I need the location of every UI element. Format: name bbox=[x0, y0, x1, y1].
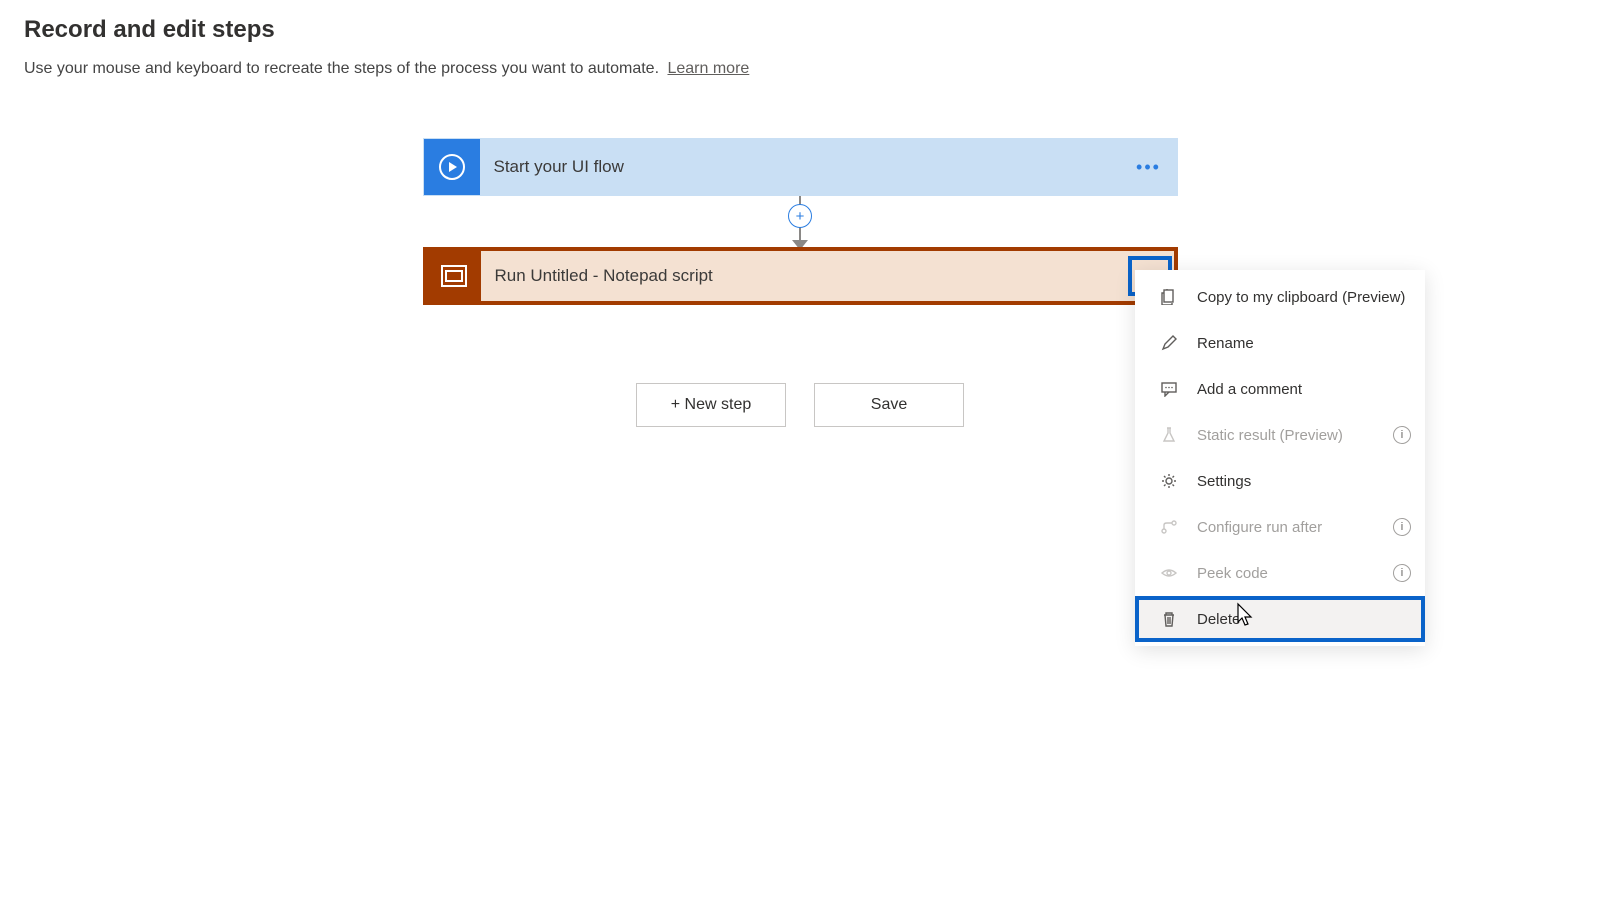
menu-rename[interactable]: Rename bbox=[1135, 320, 1425, 366]
flask-icon bbox=[1161, 427, 1183, 443]
info-icon[interactable]: i bbox=[1393, 564, 1411, 582]
menu-configure-label: Configure run after bbox=[1197, 519, 1393, 536]
page-subtitle: Use your mouse and keyboard to recreate … bbox=[24, 60, 1576, 78]
context-menu: Copy to my clipboard (Preview) Rename Ad… bbox=[1135, 270, 1425, 646]
trash-icon bbox=[1161, 611, 1183, 627]
copy-icon bbox=[1161, 289, 1183, 305]
menu-settings-label: Settings bbox=[1197, 473, 1411, 490]
menu-rename-label: Rename bbox=[1197, 335, 1411, 352]
flow-step-run-label: Run Untitled - Notepad script bbox=[481, 266, 1128, 286]
save-button[interactable]: Save bbox=[814, 383, 964, 427]
menu-copy-label: Copy to my clipboard (Preview) bbox=[1197, 289, 1411, 306]
flow-step-start-label: Start your UI flow bbox=[480, 157, 1127, 177]
eye-icon bbox=[1161, 565, 1183, 581]
page-title: Record and edit steps bbox=[24, 16, 1576, 44]
menu-peek-code: Peek code i bbox=[1135, 550, 1425, 596]
add-step-inline[interactable]: + bbox=[788, 204, 812, 228]
script-window-icon bbox=[427, 251, 481, 301]
info-icon[interactable]: i bbox=[1393, 426, 1411, 444]
flow-step-start[interactable]: Start your UI flow ••• bbox=[423, 138, 1178, 196]
info-icon[interactable]: i bbox=[1393, 518, 1411, 536]
menu-peek-label: Peek code bbox=[1197, 565, 1393, 582]
flow-connector: + bbox=[799, 196, 801, 248]
menu-copy-clipboard[interactable]: Copy to my clipboard (Preview) bbox=[1135, 274, 1425, 320]
menu-delete-label: Delete bbox=[1197, 611, 1411, 628]
menu-static-result-label: Static result (Preview) bbox=[1197, 427, 1393, 444]
gear-icon bbox=[1161, 473, 1183, 489]
play-recycle-icon bbox=[424, 139, 480, 195]
menu-settings[interactable]: Settings bbox=[1135, 458, 1425, 504]
flow-step-run[interactable]: Run Untitled - Notepad script ••• bbox=[423, 247, 1178, 305]
menu-delete[interactable]: Delete bbox=[1135, 596, 1425, 642]
menu-configure-run-after: Configure run after i bbox=[1135, 504, 1425, 550]
menu-static-result: Static result (Preview) i bbox=[1135, 412, 1425, 458]
more-options-start[interactable]: ••• bbox=[1127, 147, 1171, 187]
menu-add-comment[interactable]: Add a comment bbox=[1135, 366, 1425, 412]
comment-icon bbox=[1161, 381, 1183, 397]
learn-more-link[interactable]: Learn more bbox=[667, 60, 749, 77]
subtitle-text: Use your mouse and keyboard to recreate … bbox=[24, 60, 659, 77]
pencil-icon bbox=[1161, 335, 1183, 351]
new-step-button[interactable]: + New step bbox=[636, 383, 786, 427]
menu-comment-label: Add a comment bbox=[1197, 381, 1411, 398]
branch-icon bbox=[1161, 519, 1183, 535]
